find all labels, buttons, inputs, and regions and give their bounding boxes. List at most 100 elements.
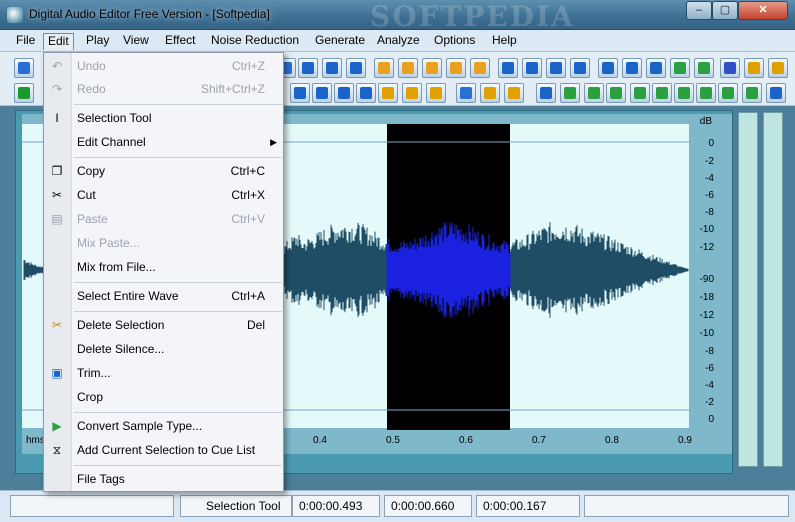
menu-item-cut[interactable]: ✂ Cut Ctrl+X [44, 184, 283, 206]
filter-button[interactable] [606, 83, 626, 103]
menu-item-selection-tool[interactable]: I Selection Tool [44, 107, 283, 129]
menu-file[interactable]: File [12, 33, 39, 50]
fade-in-button[interactable] [374, 58, 394, 78]
menu-item-select-entire-wave[interactable]: Select Entire Wave Ctrl+A [44, 285, 283, 307]
cut-toolbar-button[interactable] [456, 83, 476, 103]
limiter-button[interactable] [742, 83, 762, 103]
status-extra [584, 495, 789, 517]
menu-separator [74, 311, 282, 312]
menu-item-trim[interactable]: ▣ Trim... [44, 362, 283, 384]
left-level-meter [738, 112, 758, 467]
db-label: -8 [705, 207, 714, 218]
maximize-button[interactable]: ▢ [712, 1, 738, 20]
notch-button[interactable] [696, 83, 716, 103]
lowpass-button[interactable] [630, 83, 650, 103]
db-label: -4 [705, 173, 714, 184]
db-label: 0 [708, 414, 714, 425]
menu-generate[interactable]: Generate [311, 33, 369, 50]
amplify-button[interactable] [422, 58, 442, 78]
menu-item-mix-from-file[interactable]: Mix from File... [44, 256, 283, 278]
menu-separator [74, 412, 282, 413]
status-tool-label: Selection Tool [206, 499, 281, 513]
status-selection-start: 0:00:00.493 [292, 495, 380, 517]
status-bar: Selection Tool 0:00:00.493 0:00:00.660 0… [0, 490, 795, 522]
menu-item-redo[interactable]: ↷ Redo Shift+Ctrl+Z [44, 78, 283, 100]
mix-toolbar-button[interactable] [346, 58, 366, 78]
flanger-button[interactable] [522, 58, 542, 78]
bandpass-button[interactable] [674, 83, 694, 103]
menu-item-delete-silence[interactable]: Delete Silence... [44, 338, 283, 360]
zoom-vertical-out-button[interactable] [402, 83, 422, 103]
menu-noise-reduction[interactable]: Noise Reduction [207, 33, 303, 50]
menu-view[interactable]: View [119, 33, 153, 50]
zoom-vertical-in-button[interactable] [378, 83, 398, 103]
menu-item-mix-paste[interactable]: Mix Paste... [44, 232, 283, 254]
menu-item-file-tags[interactable]: File Tags [44, 468, 283, 490]
silence-button[interactable] [504, 83, 524, 103]
menu-play[interactable]: Play [82, 33, 113, 50]
undo-toolbar-button[interactable] [480, 83, 500, 103]
redo-icon: ↷ [51, 82, 63, 96]
time-tick: 0.6 [459, 435, 473, 446]
app-icon[interactable] [7, 7, 23, 23]
play-button[interactable] [14, 83, 34, 103]
time-tick: 0.8 [605, 435, 619, 446]
zoom-in-button[interactable] [290, 83, 310, 103]
crossfade-button[interactable] [584, 83, 604, 103]
menu-bar: File Edit Play View Effect Noise Reducti… [0, 30, 795, 52]
menu-item-copy[interactable]: ❐ Copy Ctrl+C [44, 160, 283, 182]
menu-item-convert-sample-type[interactable]: ▶ Convert Sample Type... [44, 415, 283, 437]
status-message [10, 495, 174, 517]
zoom-all-button[interactable] [356, 83, 376, 103]
db-label: -18 [699, 292, 714, 303]
reverb-button[interactable] [570, 58, 590, 78]
menu-analyze[interactable]: Analyze [373, 33, 424, 50]
close-button[interactable]: ✕ [738, 1, 788, 20]
minimize-button[interactable]: ‒ [686, 1, 712, 20]
zoom-reset-button[interactable] [426, 83, 446, 103]
down-button[interactable] [560, 83, 580, 103]
menu-item-paste[interactable]: ▤ Paste Ctrl+V [44, 208, 283, 230]
db-scale: dB 0 -2 -4 -6 -8 -10 -12 -90 -18 -12 -10… [690, 116, 728, 425]
menu-item-delete-selection[interactable]: ✂ Delete Selection Del [44, 314, 283, 336]
up-button[interactable] [536, 83, 556, 103]
speed-button[interactable] [646, 58, 666, 78]
menu-edit[interactable]: Edit [43, 33, 74, 50]
fade-out-button[interactable] [398, 58, 418, 78]
new-file-button[interactable] [14, 58, 34, 78]
echo-button[interactable] [498, 58, 518, 78]
menu-item-crop[interactable]: Crop [44, 386, 283, 408]
copy-toolbar-button[interactable] [298, 58, 318, 78]
piano-button[interactable] [744, 58, 764, 78]
db-label: -12 [699, 242, 714, 253]
compressor-button[interactable] [718, 83, 738, 103]
db-label: -90 [699, 274, 714, 285]
menu-item-add-cue[interactable]: ⧖ Add Current Selection to Cue List [44, 439, 283, 461]
pitch-button[interactable] [598, 58, 618, 78]
music-note-button[interactable] [720, 58, 740, 78]
menu-effect[interactable]: Effect [161, 33, 199, 50]
paste-toolbar-button[interactable] [322, 58, 342, 78]
tempo-button[interactable] [622, 58, 642, 78]
equalizer-button[interactable] [766, 83, 786, 103]
menu-separator [74, 104, 282, 105]
db-label: -12 [699, 310, 714, 321]
chorus-button[interactable] [546, 58, 566, 78]
scissors-icon: ✂ [51, 188, 63, 202]
highpass-button[interactable] [652, 83, 672, 103]
menu-item-edit-channel[interactable]: Edit Channel ▶ [44, 131, 283, 153]
zoom-out-button[interactable] [312, 83, 332, 103]
db-label: -2 [705, 156, 714, 167]
invert-button[interactable] [470, 58, 490, 78]
menu-options[interactable]: Options [430, 33, 479, 50]
cue-icon: ⧖ [52, 443, 62, 457]
vibrato-button[interactable] [670, 58, 690, 78]
menu-item-undo[interactable]: ↶ Undo Ctrl+Z [44, 55, 283, 77]
noise-button[interactable] [694, 58, 714, 78]
effects-button[interactable] [768, 58, 788, 78]
menu-help[interactable]: Help [488, 33, 521, 50]
softpedia-watermark: SOFTPEDIA [370, 0, 575, 33]
normalize-button[interactable] [446, 58, 466, 78]
zoom-selection-button[interactable] [334, 83, 354, 103]
db-unit: dB [699, 116, 712, 127]
